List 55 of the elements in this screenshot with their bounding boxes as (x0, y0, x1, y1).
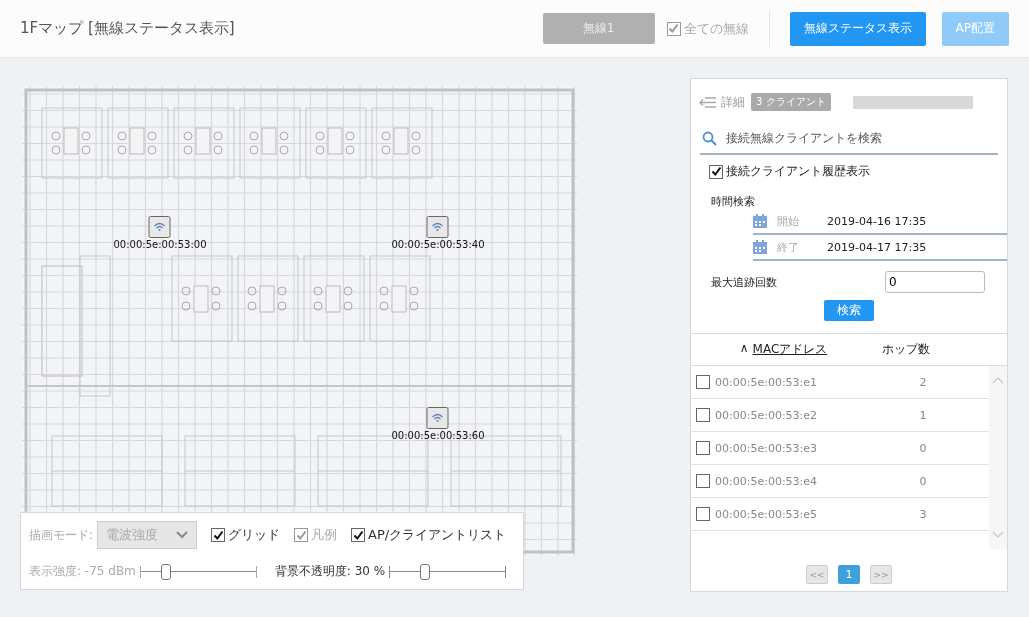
ap-label: 00:00:5e:00:53:40 (391, 239, 485, 250)
checkbox[interactable] (696, 507, 710, 521)
search-button[interactable]: 検索 (824, 300, 874, 321)
table-cell-text: 3 (918, 507, 928, 521)
calendar-icon (753, 240, 767, 254)
slider-thumb[interactable] (419, 563, 430, 580)
collapse-arrow-icon (699, 96, 717, 108)
slider-label: 背景不透明度: 30 % (274, 563, 386, 580)
slider-label: 表示強度: -75 dBm (29, 563, 136, 580)
table-cell-text: 0 (918, 474, 928, 488)
checkbox-label: AP/クライアントリスト (368, 526, 507, 544)
table-cell-text: 00:00:5e:00:53:e1 (715, 375, 819, 389)
back-button[interactable]: 詳細 (699, 93, 745, 111)
calendar-icon (753, 214, 767, 228)
access-point-icon[interactable] (427, 407, 449, 429)
chevron-down-icon (176, 531, 189, 539)
date-field[interactable]: 開始 2019-04-16 17:35 (753, 209, 1007, 235)
table-cell-text: 2 (918, 375, 928, 389)
table-cell-text: 0 (918, 441, 928, 455)
ap-label: 00:00:5e:00:53:00 (113, 239, 207, 250)
time-search-label: 時間検索 (711, 194, 756, 209)
page-button[interactable]: 1 (838, 565, 860, 584)
checkbox[interactable] (696, 474, 710, 488)
checkbox[interactable] (211, 528, 226, 542)
table-cell-text: 00:00:5e:00:53:e4 (715, 474, 819, 488)
table-cell-text: 00:00:5e:00:53:e2 (715, 408, 819, 422)
checkbox[interactable] (351, 528, 366, 542)
checkbox[interactable] (709, 164, 723, 179)
checkbox[interactable] (696, 441, 710, 455)
max-trace-label: 最大追跡回数 (711, 274, 777, 290)
search-field[interactable]: 接続無線クライアントを検索 (724, 130, 998, 146)
access-point-icon[interactable] (149, 216, 171, 238)
next-page-button[interactable]: >> (870, 565, 892, 584)
status-button[interactable]: 無線ステータス表示 (789, 11, 926, 46)
ap-label: 00:00:5e:00:53:60 (391, 430, 485, 441)
checkbox[interactable] (696, 408, 710, 422)
max-trace-field[interactable]: 0 (885, 271, 985, 293)
checkbox[interactable] (696, 375, 710, 389)
search-icon (702, 130, 717, 146)
table-cell-text: 00:00:5e:00:53:e5 (715, 507, 819, 521)
hops-column-header: ホップ数 (881, 341, 931, 358)
checkbox-label: 全ての無線 (683, 19, 749, 38)
access-point-icon[interactable] (427, 216, 449, 238)
table-cell-text: 1 (918, 408, 928, 422)
mode-label: 描画モード: (29, 526, 94, 544)
client-count-badge: 3 クライアント (751, 93, 831, 111)
slider-track[interactable] (389, 565, 507, 578)
date-field[interactable]: 終了 2019-04-17 17:35 (753, 235, 1007, 261)
table-cell-text: 00:00:5e:00:53:e3 (715, 441, 819, 455)
checkbox-label: 接続クライアント履歴表示 (726, 163, 870, 180)
checkbox-label: グリッド (228, 526, 281, 544)
mac-column-header[interactable]: ∧ MACアドレス (691, 341, 876, 358)
prev-page-button[interactable]: << (806, 565, 828, 584)
page-title: 1Fマップ [無線ステータス表示] (20, 19, 236, 38)
checkbox-label: 凡例 (311, 526, 338, 544)
